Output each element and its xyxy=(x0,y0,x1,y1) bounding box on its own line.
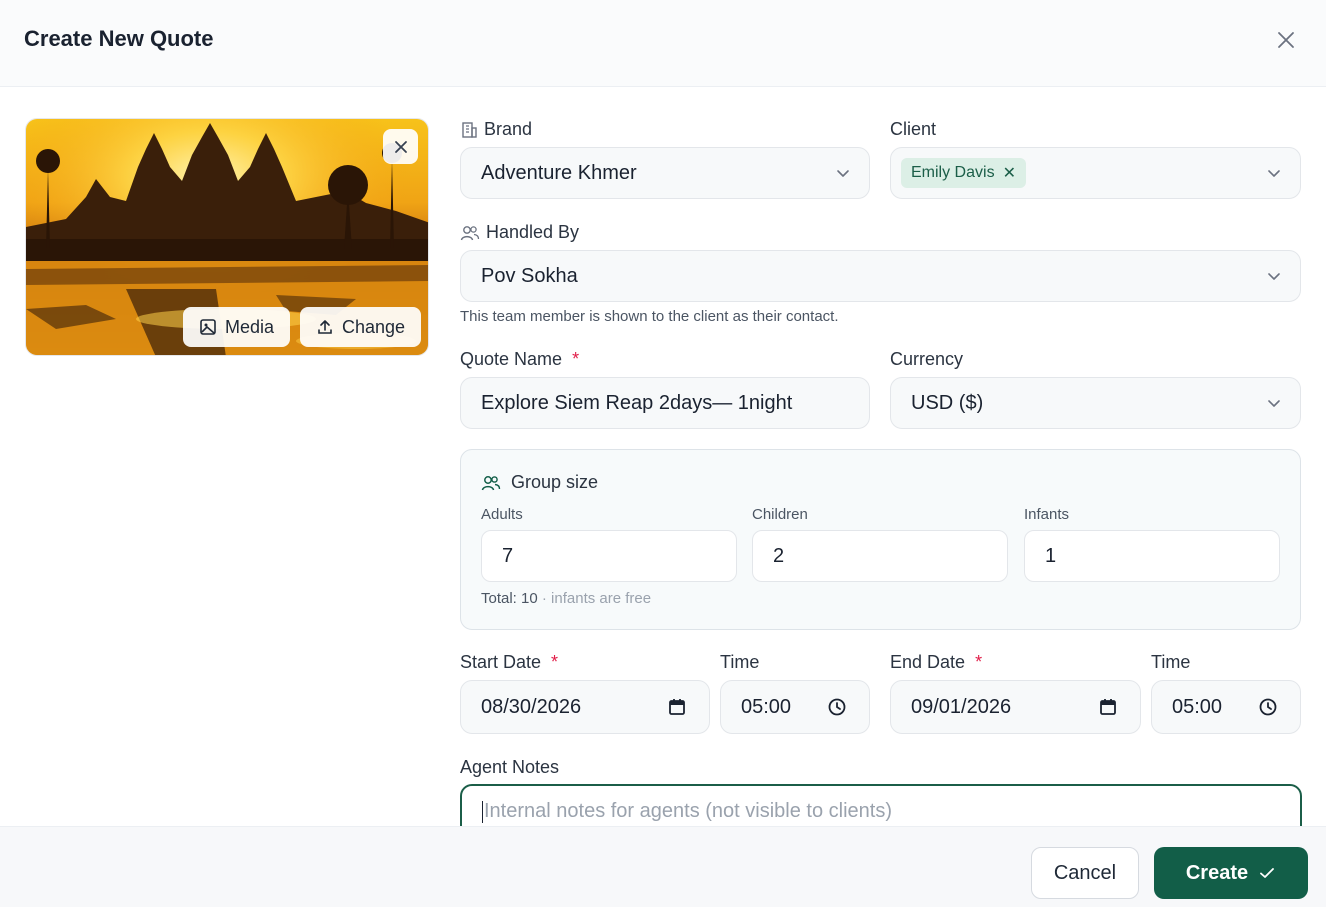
client-label: Client xyxy=(890,119,937,139)
children-input[interactable]: 2 xyxy=(752,530,1008,582)
dialog-title: Create New Quote xyxy=(24,26,214,51)
agent-notes-label: Agent Notes xyxy=(460,757,560,777)
client-select[interactable]: Emily Davis ✕ xyxy=(890,147,1301,199)
calendar-icon[interactable] xyxy=(1098,697,1118,717)
agent-notes-placeholder: Internal notes for agents (not visible t… xyxy=(484,800,892,822)
brand-value: Adventure Khmer xyxy=(481,161,637,184)
adults-label: Adults xyxy=(481,506,523,523)
building-icon xyxy=(462,121,477,138)
client-chip-label: Emily Davis xyxy=(911,164,995,181)
remove-client-icon[interactable]: ✕ xyxy=(1003,163,1016,183)
start-time-input[interactable]: 05:00 xyxy=(720,680,870,734)
start-date-input[interactable]: 08/30/2026 xyxy=(460,680,710,734)
upload-icon xyxy=(318,320,332,334)
group-size-title: Group size xyxy=(481,472,598,493)
check-icon xyxy=(1260,868,1275,878)
end-date-label: End Date * xyxy=(890,652,983,672)
clock-icon[interactable] xyxy=(827,697,847,717)
end-time-value: 05:00 xyxy=(1172,695,1223,718)
calendar-icon[interactable] xyxy=(667,697,687,717)
end-time-label: Time xyxy=(1151,652,1191,672)
brand-select[interactable]: Adventure Khmer xyxy=(460,147,870,199)
create-button[interactable]: Create xyxy=(1154,847,1308,899)
group-total: Total: 10 · infants are free xyxy=(481,590,652,607)
cover-image: Media Change xyxy=(25,118,429,356)
clock-icon[interactable] xyxy=(1258,697,1278,717)
children-label: Children xyxy=(752,506,808,523)
quote-name-input[interactable]: Explore Siem Reap 2days— 1night xyxy=(460,377,870,429)
handled-by-select[interactable]: Pov Sokha xyxy=(460,250,1301,302)
users-icon xyxy=(481,475,501,490)
handled-by-label: Handled By xyxy=(460,222,579,243)
image-icon xyxy=(200,319,216,335)
infants-input[interactable]: 1 xyxy=(1024,530,1280,582)
currency-select[interactable]: USD ($) xyxy=(890,377,1301,429)
cancel-button[interactable]: Cancel xyxy=(1031,847,1139,899)
close-dialog-button[interactable] xyxy=(1272,26,1300,54)
group-size-panel: Group size Adults 7 Children 2 Infants 1… xyxy=(460,449,1301,630)
handled-by-value: Pov Sokha xyxy=(481,264,578,287)
required-marker: * xyxy=(975,652,983,672)
end-time-input[interactable]: 05:00 xyxy=(1151,680,1301,734)
adults-input[interactable]: 7 xyxy=(481,530,737,582)
remove-image-button[interactable] xyxy=(383,129,418,164)
chevron-down-icon xyxy=(1268,400,1280,407)
quote-name-label: Quote Name * xyxy=(460,349,580,369)
client-chip: Emily Davis ✕ xyxy=(901,158,1026,188)
users-icon xyxy=(460,225,480,240)
chevron-down-icon xyxy=(837,170,849,177)
media-button[interactable]: Media xyxy=(183,307,291,347)
required-marker: * xyxy=(551,652,559,672)
quote-name-value: Explore Siem Reap 2days— 1night xyxy=(481,391,793,414)
change-button-label: Change xyxy=(342,316,406,337)
currency-value: USD ($) xyxy=(911,391,984,414)
required-marker: * xyxy=(572,349,580,369)
brand-label: Brand xyxy=(460,119,532,140)
end-date-input[interactable]: 09/01/2026 xyxy=(890,680,1141,734)
change-image-button[interactable]: Change xyxy=(300,307,422,347)
chevron-down-icon xyxy=(1268,273,1280,280)
start-time-value: 05:00 xyxy=(741,695,792,718)
chevron-down-icon xyxy=(1268,170,1280,177)
dialog-header: Create New Quote xyxy=(0,0,1326,87)
currency-label: Currency xyxy=(890,349,964,369)
media-button-label: Media xyxy=(225,316,275,337)
start-date-label: Start Date * xyxy=(460,652,559,672)
close-icon xyxy=(1278,32,1294,48)
close-icon xyxy=(394,140,407,153)
handled-by-hint: This team member is shown to the client … xyxy=(460,308,839,325)
text-caret xyxy=(482,800,483,823)
group-total-note: · infants are free xyxy=(541,590,652,607)
end-date-value: 09/01/2026 xyxy=(911,695,1012,718)
infants-label: Infants xyxy=(1024,506,1070,523)
start-time-label: Time xyxy=(720,652,760,672)
start-date-value: 08/30/2026 xyxy=(481,695,582,718)
